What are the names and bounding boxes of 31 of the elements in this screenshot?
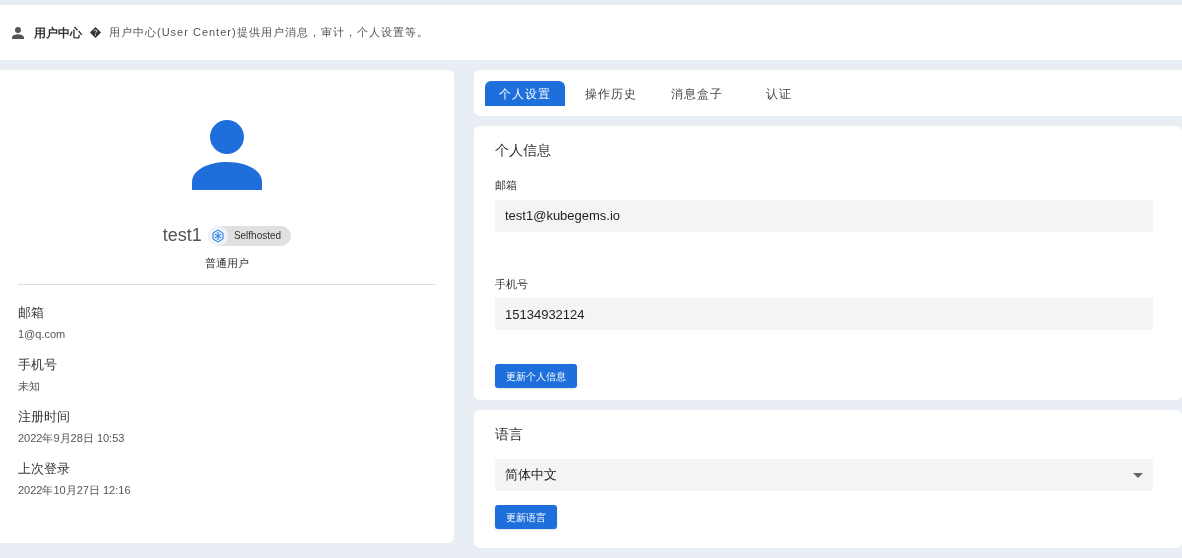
page-title: 用户中心 (34, 24, 82, 42)
field-value: 2022年9月28日 10:53 (18, 431, 126, 446)
page-description: 用户中心(User Center)提供用户消息，审计，个人设置等。 (109, 25, 429, 41)
tab[interactable]: 认证 (743, 81, 815, 106)
snowflake-icon (207, 225, 228, 246)
field-label: 上次登录 (18, 459, 71, 478)
avatar-icon (192, 120, 262, 190)
selfhosted-badge: Selfhosted (207, 225, 292, 246)
diamond-icon (90, 27, 101, 38)
dropdown-caret-icon (1133, 472, 1143, 478)
section-title: 语言 (495, 425, 524, 444)
tab[interactable]: 个人设置 (485, 81, 565, 106)
tab[interactable]: 消息盒子 (657, 81, 737, 106)
input-field[interactable]: 15134932124 (495, 298, 1153, 330)
input-field[interactable]: test1@kubegems.io (495, 199, 1153, 232)
update-info-button[interactable]: 更新个人信息 (495, 364, 577, 388)
username: test1 (162, 224, 202, 247)
field-label: 手机号 (18, 355, 58, 374)
field-label: 注册时间 (18, 407, 71, 426)
field-value: 1@q.com (18, 327, 67, 342)
language-select[interactable]: 简体中文 (495, 459, 1153, 491)
field-value: 未知 (18, 379, 41, 394)
user-icon (10, 24, 26, 41)
section-title: 个人信息 (495, 141, 552, 160)
field-value: 2022年10月27日 12:16 (18, 483, 132, 498)
tab[interactable]: 操作历史 (571, 81, 651, 106)
user-role: 普通用户 (204, 256, 250, 271)
update-language-button[interactable]: 更新语言 (495, 505, 557, 529)
field-label: 手机号 (495, 276, 529, 292)
field-label: 邮箱 (495, 178, 518, 193)
field-label: 邮箱 (18, 303, 45, 322)
